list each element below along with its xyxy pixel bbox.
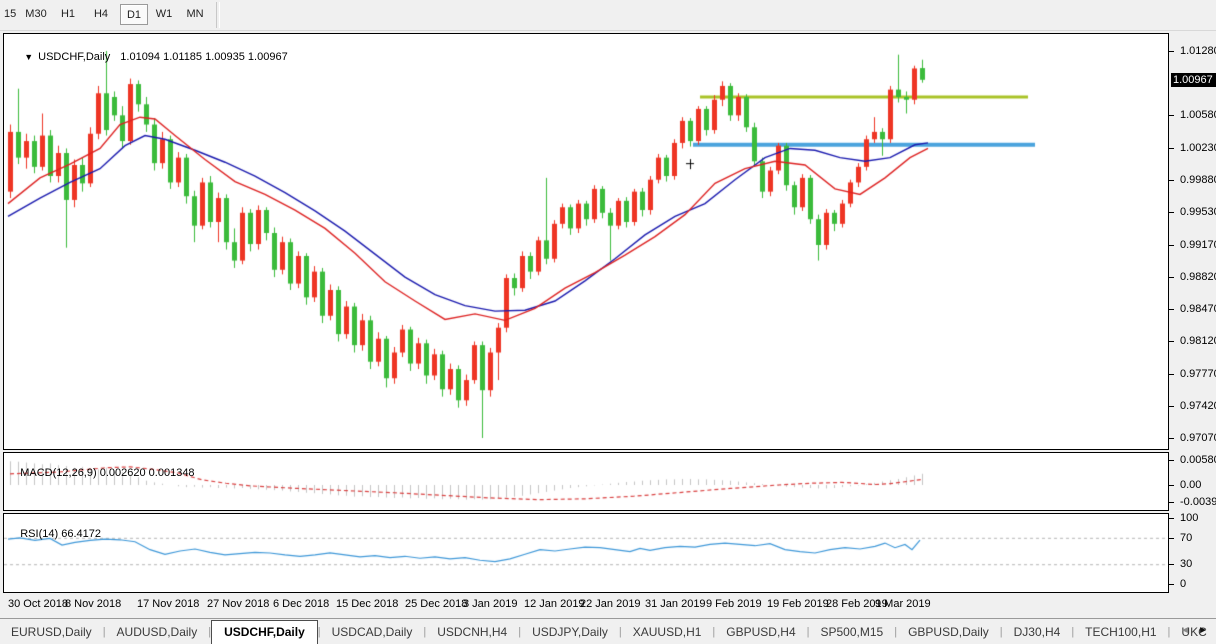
macd-axis-label: 0.00: [1180, 479, 1201, 491]
tab-sp500-m15[interactable]: SP500,M15: [810, 622, 895, 642]
price-axis-label-tick: [1169, 374, 1174, 375]
date-axis-label: 12 Jan 2019: [524, 598, 585, 610]
price-axis-label-tick: [1169, 438, 1174, 439]
price-axis-label: 0.99170: [1180, 239, 1216, 251]
price-axis-label: 1.01280: [1180, 45, 1216, 57]
date-axis-label: 9 Mar 2019: [875, 598, 931, 610]
date-axis-label: 19 Feb 2019: [767, 598, 829, 610]
rsi-axis-label: 70: [1180, 532, 1192, 544]
chart-symbol: USDCHF,Daily: [38, 51, 110, 63]
tab-dj30-h4[interactable]: DJ30,H4: [1003, 622, 1072, 642]
date-axis-label: 3 Jan 2019: [463, 598, 517, 610]
tab-gbpusd-h4[interactable]: GBPUSD,H4: [715, 622, 806, 642]
rsi-name: RSI(14): [20, 528, 58, 540]
tab-usdchf-daily[interactable]: USDCHF,Daily: [211, 620, 318, 644]
price-axis-label: 0.97420: [1180, 400, 1216, 412]
rsi-axis-label-tick: [1169, 518, 1174, 519]
main-chart-panel[interactable]: ▼ USDCHF,Daily 1.01094 1.01185 1.00935 1.0…: [3, 33, 1169, 450]
macd-axis-label: -0.003945: [1180, 496, 1216, 508]
price-axis-label-tick: [1169, 245, 1174, 246]
macd-axis-label-tick: [1169, 460, 1174, 461]
timeframe-button-w1[interactable]: W1: [151, 4, 177, 25]
price-axis[interactable]: 1.01280 1.00580 1.00230 0.99880 0.99530 0.991…: [1169, 33, 1216, 593]
timeframe-button-d1[interactable]: D1: [120, 4, 148, 25]
chart-dropdown-icon[interactable]: ▼: [24, 52, 33, 62]
date-axis-label: 30 Oct 2018: [8, 598, 68, 610]
rsi-label: RSI(14) 66.4172: [8, 516, 101, 552]
price-axis-label-tick: [1169, 180, 1174, 181]
timeframe-toolbar: 15M30H1 H4 D1W1MN: [0, 0, 1216, 31]
price-axis-label: 1.00230: [1180, 142, 1216, 154]
macd-name: MACD(12,26,9): [20, 467, 96, 479]
price-axis-label: 0.99880: [1180, 174, 1216, 186]
price-axis-label: 0.99530: [1180, 206, 1216, 218]
macd-main-value: 0.002620: [100, 467, 146, 479]
rsi-axis-label: 30: [1180, 558, 1192, 570]
date-axis-label: 8 Nov 2018: [65, 598, 121, 610]
tab-scroll-left-icon[interactable]: ◄: [1180, 625, 1190, 636]
date-axis-label: 31 Jan 2019: [645, 598, 706, 610]
chart-tab-bar: EURUSD,Daily|AUDUSD,Daily|USDCHF,Daily|U…: [0, 620, 1216, 644]
rsi-value: 66.4172: [61, 528, 101, 540]
rsi-panel[interactable]: RSI(14) 66.4172: [3, 513, 1169, 593]
timeframe-button-m30[interactable]: M30: [20, 4, 52, 25]
date-axis-label: 22 Jan 2019: [580, 598, 641, 610]
tab-eurusd-daily[interactable]: EURUSD,Daily: [0, 622, 103, 642]
rsi-canvas[interactable]: [4, 514, 1168, 592]
tab-usdcnh-h4[interactable]: USDCNH,H4: [426, 622, 518, 642]
date-axis-label: 25 Dec 2018: [405, 598, 467, 610]
price-axis-label-tick: [1169, 115, 1174, 116]
timeframe-button-h4[interactable]: H4: [88, 4, 114, 25]
rsi-axis-label: 0: [1180, 578, 1186, 590]
price-axis-label: 0.98820: [1180, 271, 1216, 283]
current-price-tag: 1.00967: [1171, 73, 1216, 87]
tab-xauusd-h1[interactable]: XAUUSD,H1: [622, 622, 713, 642]
chart-quote-values: 1.01094 1.01185 1.00935 1.00967: [120, 51, 287, 63]
price-axis-label: 0.98470: [1180, 303, 1216, 315]
chart-title: ▼ USDCHF,Daily 1.01094 1.01185 1.00935 1.0…: [12, 39, 288, 75]
price-axis-label: 1.00580: [1180, 109, 1216, 121]
tab-gbpusd-daily[interactable]: GBPUSD,Daily: [897, 622, 1000, 642]
rsi-axis-label-tick: [1169, 584, 1174, 585]
rsi-axis-label-tick: [1169, 538, 1174, 539]
price-axis-label-tick: [1169, 148, 1174, 149]
price-axis-label-tick: [1169, 212, 1174, 213]
rsi-axis-label-tick: [1169, 564, 1174, 565]
tab-audusd-daily[interactable]: AUDUSD,Daily: [106, 622, 209, 642]
date-axis-label: 6 Dec 2018: [273, 598, 329, 610]
price-axis-label: 0.97070: [1180, 432, 1216, 444]
tab-tech100-h1[interactable]: TECH100,H1: [1074, 622, 1167, 642]
tab-scroll-right-icon[interactable]: ►: [1198, 625, 1208, 636]
price-axis-label-tick: [1169, 341, 1174, 342]
price-axis-label-tick: [1169, 406, 1174, 407]
timeframe-button-15[interactable]: 15: [0, 4, 20, 25]
macd-axis-label-tick: [1169, 502, 1174, 503]
macd-axis-label: 0.005802: [1180, 454, 1216, 466]
tab-ukc[interactable]: UKC: [1170, 622, 1216, 642]
tab-usdcad-daily[interactable]: USDCAD,Daily: [321, 622, 424, 642]
timeframe-button-mn[interactable]: MN: [181, 4, 209, 25]
date-axis-label: 17 Nov 2018: [137, 598, 199, 610]
rsi-axis-label: 100: [1180, 512, 1198, 524]
price-axis-label-tick: [1169, 51, 1174, 52]
price-axis-label-tick: [1169, 309, 1174, 310]
macd-axis-label-tick: [1169, 485, 1174, 486]
macd-signal-value: 0.001348: [149, 467, 195, 479]
date-axis-label: 27 Nov 2018: [207, 598, 269, 610]
date-axis-label: 15 Dec 2018: [336, 598, 398, 610]
main-chart-canvas[interactable]: [4, 34, 1168, 449]
price-axis-label: 0.97770: [1180, 368, 1216, 380]
macd-panel[interactable]: MACD(12,26,9) 0.002620 0.001348: [3, 452, 1169, 511]
timeframe-button-h1[interactable]: H1: [55, 4, 81, 25]
date-axis[interactable]: 30 Oct 20188 Nov 2018 17 Nov 2018 27 Nov 2…: [0, 595, 1216, 617]
date-axis-label: 9 Feb 2019: [706, 598, 762, 610]
price-axis-label-tick: [1169, 277, 1174, 278]
toolbar-separator: [216, 2, 220, 28]
macd-label: MACD(12,26,9) 0.002620 0.001348: [8, 455, 195, 491]
price-axis-label: 0.98120: [1180, 335, 1216, 347]
tab-usdjpy-daily[interactable]: USDJPY,Daily: [521, 622, 619, 642]
